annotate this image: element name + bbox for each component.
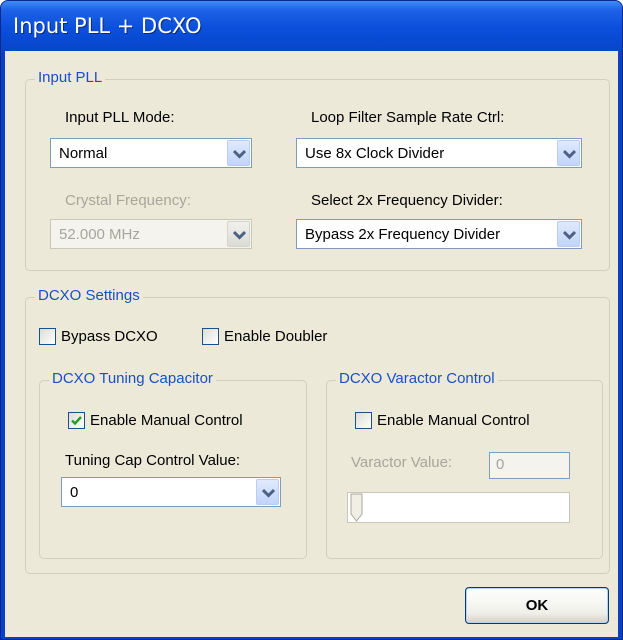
enable-doubler-label[interactable]: Enable Doubler (224, 328, 327, 346)
ok-button[interactable]: OK (465, 587, 609, 624)
chevron-down-icon[interactable] (227, 221, 250, 247)
chevron-down-icon[interactable] (227, 140, 250, 166)
varactor-value: 0 (496, 456, 505, 473)
bypass-dcxo-checkbox[interactable] (39, 328, 56, 345)
dialog-client-area: Input PLL Input PLL Mode: Normal Crystal… (5, 51, 618, 637)
input-pll-mode-label: Input PLL Mode: (65, 109, 175, 126)
varactor-control-legend: DCXO Varactor Control (336, 370, 498, 388)
window-title: Input PLL + DCXO (13, 14, 202, 38)
loop-filter-dropdown[interactable]: Use 8x Clock Divider (296, 138, 582, 168)
varactor-manual-control-label[interactable]: Enable Manual Control (377, 412, 530, 430)
crystal-frequency-value: 52.000 MHz (59, 226, 140, 243)
input-pll-legend: Input PLL (35, 69, 106, 87)
tuning-manual-control-label[interactable]: Enable Manual Control (90, 412, 243, 430)
frequency-divider-dropdown[interactable]: Bypass 2x Frequency Divider (296, 219, 582, 249)
chevron-down-icon[interactable] (256, 479, 279, 505)
loop-filter-label: Loop Filter Sample Rate Ctrl: (311, 109, 505, 126)
chevron-down-icon[interactable] (557, 221, 580, 247)
tuning-cap-value-label: Tuning Cap Control Value: (65, 452, 241, 469)
input-pll-mode-dropdown[interactable]: Normal (50, 138, 252, 168)
dcxo-settings-legend: DCXO Settings (35, 287, 143, 305)
chevron-down-icon[interactable] (557, 140, 580, 166)
varactor-value-label: Varactor Value: (351, 454, 453, 471)
input-pll-mode-value: Normal (59, 145, 108, 162)
tuning-cap-value-dropdown[interactable]: 0 (61, 477, 281, 507)
varactor-value-field[interactable]: 0 (489, 452, 570, 479)
bypass-dcxo-label[interactable]: Bypass DCXO (61, 328, 158, 346)
frequency-divider-label: Select 2x Frequency Divider: (311, 192, 503, 209)
varactor-manual-control-checkbox[interactable] (355, 412, 372, 429)
tuning-capacitor-legend: DCXO Tuning Capacitor (49, 370, 216, 388)
checkmark-icon (71, 416, 82, 426)
varactor-slider[interactable] (347, 492, 570, 523)
enable-doubler-checkbox[interactable] (202, 328, 219, 345)
dialog-window: Input PLL + DCXO Input PLL Input PLL Mod… (0, 0, 623, 640)
frequency-divider-value: Bypass 2x Frequency Divider (305, 226, 501, 243)
slider-thumb[interactable] (350, 493, 364, 522)
crystal-frequency-label: Crystal Frequency: (65, 192, 191, 209)
crystal-frequency-dropdown[interactable]: 52.000 MHz (50, 219, 252, 249)
tuning-manual-control-checkbox[interactable] (68, 412, 85, 429)
loop-filter-value: Use 8x Clock Divider (305, 145, 445, 162)
tuning-cap-value: 0 (70, 484, 79, 501)
title-bar[interactable]: Input PLL + DCXO (1, 1, 622, 51)
